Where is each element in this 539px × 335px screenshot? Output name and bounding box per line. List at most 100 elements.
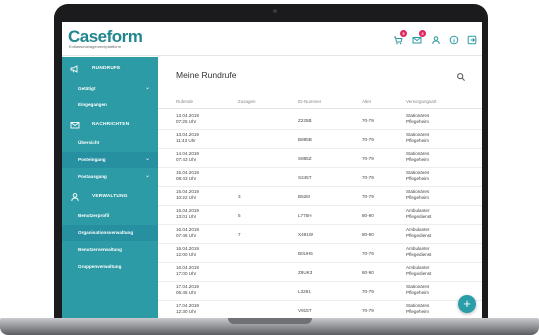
app-screen: Caseform Entlassmanagementplattform 5 3 …: [62, 22, 482, 318]
sidebar-item-getaetigt[interactable]: Getätigt ⌄: [62, 81, 158, 97]
table-row[interactable]: 16.04.2019 12:00 Uhr B0UH5 70-79 Ambulanter P…: [158, 244, 482, 263]
cell-versorgungsart-detail: Pflegeheim: [406, 119, 429, 124]
cell-time: 07:25 Uhr: [176, 119, 197, 124]
cell-time: 11:43 Uhr: [176, 138, 196, 143]
logout-button[interactable]: [467, 35, 477, 45]
cell-versorgungsart-detail: Pflegeheim: [406, 309, 429, 314]
sidebar-item-uebersicht[interactable]: Übersicht: [62, 135, 158, 151]
messages-button[interactable]: 3: [412, 30, 426, 45]
sidebar-item-eingegangen[interactable]: Eingegangen: [62, 97, 158, 113]
cell-id: B885B: [298, 137, 312, 142]
sidebar-item-gruppenverwaltung[interactable]: Gruppenverwaltung: [62, 259, 158, 275]
cell-date: 17.04.2019: [176, 303, 199, 308]
column-header-alter[interactable]: Alter: [362, 99, 371, 104]
cell-versorgungsart-detail: Pflegedienst: [406, 252, 432, 257]
table-row[interactable]: 17.04.2019 12:30 Uhr V915T 70-79 Stationäres…: [158, 301, 482, 318]
cell-zusagen: 7: [238, 232, 241, 237]
table-row[interactable]: 16.04.2019 07:46 Uhr 7 X491W 80-90 Ambulanter…: [158, 225, 482, 244]
cell-alter: 70-79: [362, 194, 374, 199]
sidebar-section-nachrichten[interactable]: NACHRICHTEN: [62, 117, 158, 134]
cell-time: 12:00 Uhr: [176, 252, 197, 257]
cell-versorgungsart: Stationäres: [406, 284, 430, 289]
sidebar-section-rundrufe[interactable]: RUNDRUFE: [62, 61, 158, 78]
chevron-down-icon: ⌄: [144, 173, 150, 179]
sidebar: RUNDRUFE Getätigt ⌄ Eingegangen NACHRICH…: [62, 57, 158, 318]
cell-alter: 70-79: [362, 289, 374, 294]
table-row[interactable]: 15.04.2019 13:01 Uhr 5 L775H 80-90 Ambulanter…: [158, 206, 482, 225]
sidebar-section-verwaltung[interactable]: VERWALTUNG: [62, 189, 158, 206]
cell-versorgungsart-detail: Pflegedienst: [406, 214, 432, 219]
laptop-base-notch: [228, 318, 312, 324]
cell-versorgungsart: Stationäres: [406, 113, 430, 118]
sidebar-item-label: Übersicht: [78, 140, 100, 145]
cell-date: 16.04.2019: [176, 265, 199, 270]
cell-alter: 70-79: [362, 175, 374, 180]
cell-alter: 80-90: [362, 270, 374, 275]
cell-alter: 70-79: [362, 118, 374, 123]
sidebar-item-label: Getätigt: [78, 86, 96, 91]
cell-versorgungsart: Ambulanter: [406, 227, 430, 232]
cell-date: 15.04.2019: [176, 208, 199, 213]
sidebar-item-posteingang[interactable]: Posteingang ⌄: [62, 152, 158, 168]
table-row[interactable]: 15.04.2019 08:43 Uhr S245T 70-79 Stationäres…: [158, 168, 482, 187]
table-row[interactable]: 15.04.2019 10:22 Uhr 3 B528I 70-79 Stationäre…: [158, 187, 482, 206]
cell-time: 07:46 Uhr: [176, 233, 197, 238]
cell-versorgungsart-detail: Pflegeheim: [406, 290, 429, 295]
cell-date: 17.04.2019: [176, 284, 199, 289]
cell-versorgungsart: Stationäres: [406, 170, 430, 175]
cell-date: 14.04.2019: [176, 151, 199, 156]
table-row[interactable]: 16.04.2019 17:00 Uhr Z9UK3 80-90 Ambulanter P…: [158, 263, 482, 282]
column-header-rufende[interactable]: Rufende: [176, 99, 193, 104]
cell-date: 15.04.2019: [176, 170, 199, 175]
cell-id: S245T: [298, 175, 312, 180]
logo-subtitle: Entlassmanagementplattform: [69, 44, 122, 49]
mail-badge: 3: [419, 30, 426, 37]
sidebar-item-organisationsverwaltung[interactable]: Organisationsverwaltung: [62, 225, 158, 241]
cell-id: B528I: [298, 194, 311, 199]
info-button[interactable]: [449, 35, 459, 45]
cell-time: 08:43 Uhr: [176, 176, 197, 181]
column-header-zusagen[interactable]: Zusagen: [238, 99, 256, 104]
column-header-versorgungsart[interactable]: Versorgungsart: [406, 99, 437, 104]
mail-icon: [70, 120, 80, 130]
cell-versorgungsart-detail: Pflegedienst: [406, 233, 432, 238]
sidebar-item-benutzerprofil[interactable]: Benutzerprofil: [62, 208, 158, 224]
table-row[interactable]: 14.04.2019 07:43 Uhr S885Z 70-79 Stationäres…: [158, 149, 482, 168]
cell-zusagen: 5: [238, 213, 241, 218]
megaphone-icon: [70, 64, 80, 74]
column-header-id[interactable]: ID-Nummer: [298, 99, 321, 104]
sidebar-item-label: Postausgang: [78, 174, 107, 179]
table-header: Rufende Zusagen ID-Nummer Alter Versorgu…: [158, 94, 482, 109]
camera-dot: [273, 9, 277, 13]
add-button[interactable]: +: [458, 295, 476, 313]
profile-button[interactable]: [431, 35, 441, 45]
cell-id: Z9UK3: [298, 270, 313, 275]
cell-id: L775H: [298, 213, 312, 218]
cell-alter: 70-79: [362, 308, 374, 313]
chevron-down-icon: ⌄: [144, 85, 150, 91]
table-row[interactable]: 13.04.2019 11:43 Uhr B885B 70-79 Stationäres…: [158, 130, 482, 149]
sidebar-item-postausgang[interactable]: Postausgang ⌄: [62, 169, 158, 185]
cell-alter: 80-90: [362, 213, 374, 218]
cell-alter: 80-90: [362, 232, 374, 237]
cart-button[interactable]: 5: [393, 30, 407, 45]
cell-id: L3281: [298, 289, 311, 294]
cell-id: Z225B: [298, 118, 312, 123]
sidebar-item-benutzerverwaltung[interactable]: Benutzerverwaltung: [62, 242, 158, 258]
person-icon: [432, 36, 440, 45]
table-row[interactable]: 17.04.2019 06:45 Uhr L3281 70-79 Stationäres…: [158, 282, 482, 301]
cell-id: S885Z: [298, 156, 312, 161]
cell-versorgungsart: Stationäres: [406, 303, 430, 308]
cell-versorgungsart-detail: Pflegeheim: [406, 157, 429, 162]
cell-time: 12:30 Uhr: [176, 309, 197, 314]
cell-versorgungsart-detail: Pflegedienst: [406, 271, 432, 276]
cell-versorgungsart-detail: Pflegeheim: [406, 138, 429, 143]
sidebar-item-label: Benutzerprofil: [78, 213, 110, 218]
sidebar-item-label: Benutzerverwaltung: [78, 247, 122, 252]
cell-date: 13.04.2019: [176, 113, 199, 118]
cell-alter: 70-79: [362, 251, 374, 256]
cell-versorgungsart: Stationäres: [406, 151, 430, 156]
table-row[interactable]: 13.04.2019 07:25 Uhr Z225B 70-79 Stationäres…: [158, 111, 482, 130]
cell-date: 16.04.2019: [176, 246, 199, 251]
search-button[interactable]: [456, 69, 466, 81]
